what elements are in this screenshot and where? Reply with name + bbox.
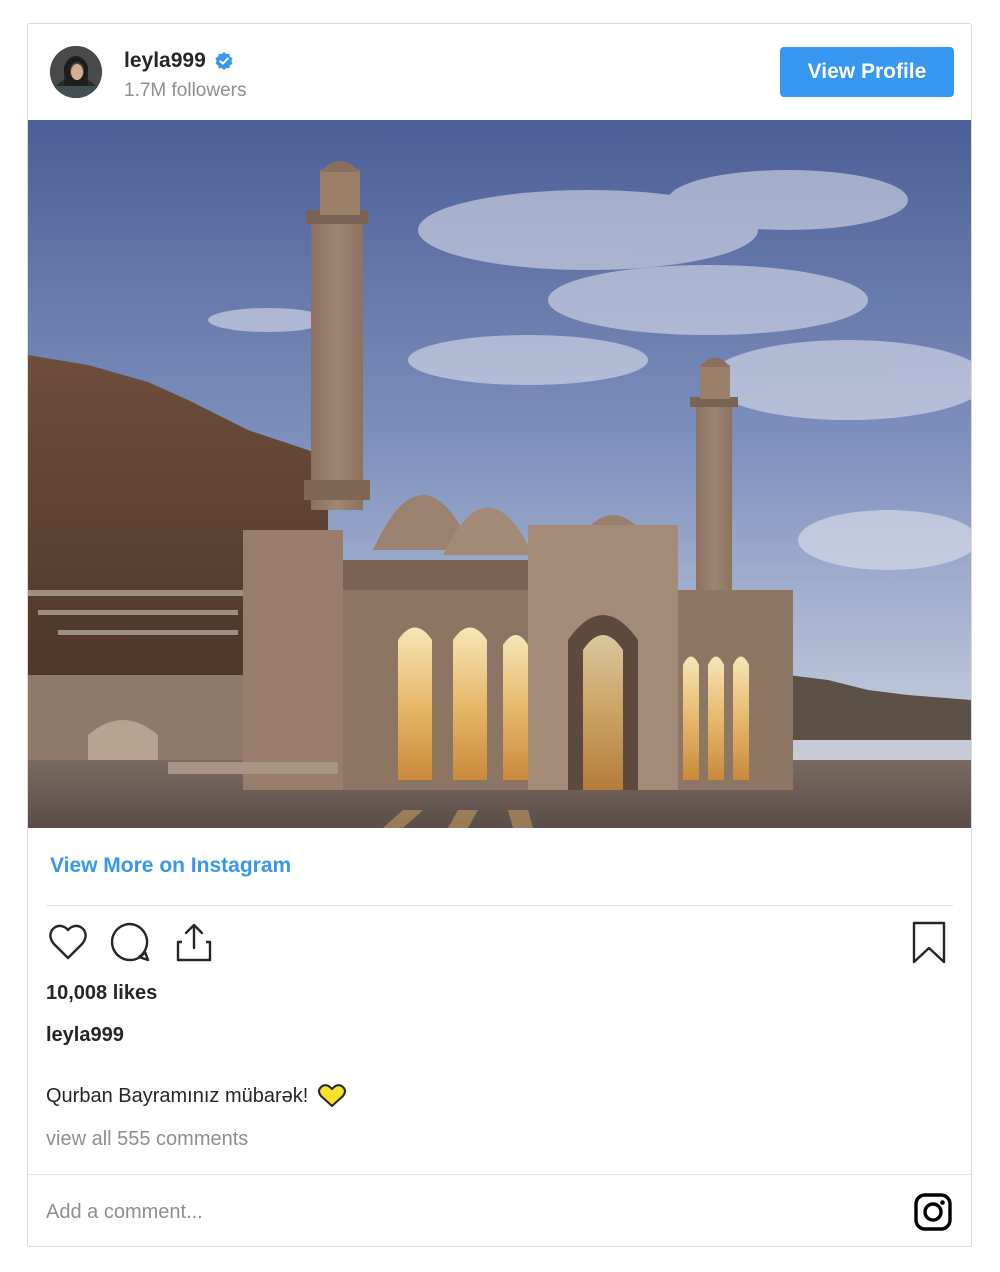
username[interactable]: leyla999 [124, 49, 206, 73]
view-all-comments-link[interactable]: view all 555 comments [46, 1128, 248, 1151]
username-row: leyla999 [124, 49, 234, 73]
follower-count: 1.7M followers [124, 80, 247, 101]
like-count[interactable]: 10,008 likes [46, 982, 157, 1005]
caption-username[interactable]: leyla999 [46, 1024, 124, 1047]
verified-badge-icon [214, 51, 234, 71]
caption: Qurban Bayramınız mübarək! [46, 1084, 347, 1108]
instagram-logo-icon[interactable] [913, 1192, 953, 1232]
divider [46, 905, 953, 906]
avatar-image [50, 46, 102, 98]
view-profile-button[interactable]: View Profile [780, 47, 954, 97]
share-upload-icon[interactable] [172, 920, 218, 966]
yellow-heart-icon [318, 1084, 347, 1108]
caption-text: Qurban Bayramınız mübarək! [46, 1084, 309, 1107]
heart-outline-icon[interactable] [46, 920, 92, 966]
speech-bubble-icon[interactable] [108, 920, 154, 966]
view-more-on-instagram-link[interactable]: View More on Instagram [50, 854, 291, 878]
divider [28, 1174, 971, 1175]
bookmark-icon[interactable] [907, 920, 953, 966]
post-header: leyla999 1.7M followers View Profile [28, 24, 971, 120]
instagram-embed-card: leyla999 1.7M followers View Profile Vie… [27, 23, 972, 1247]
action-bar [46, 920, 953, 968]
avatar[interactable] [50, 46, 102, 98]
comment-input[interactable] [46, 1192, 866, 1232]
post-image[interactable] [28, 120, 971, 828]
